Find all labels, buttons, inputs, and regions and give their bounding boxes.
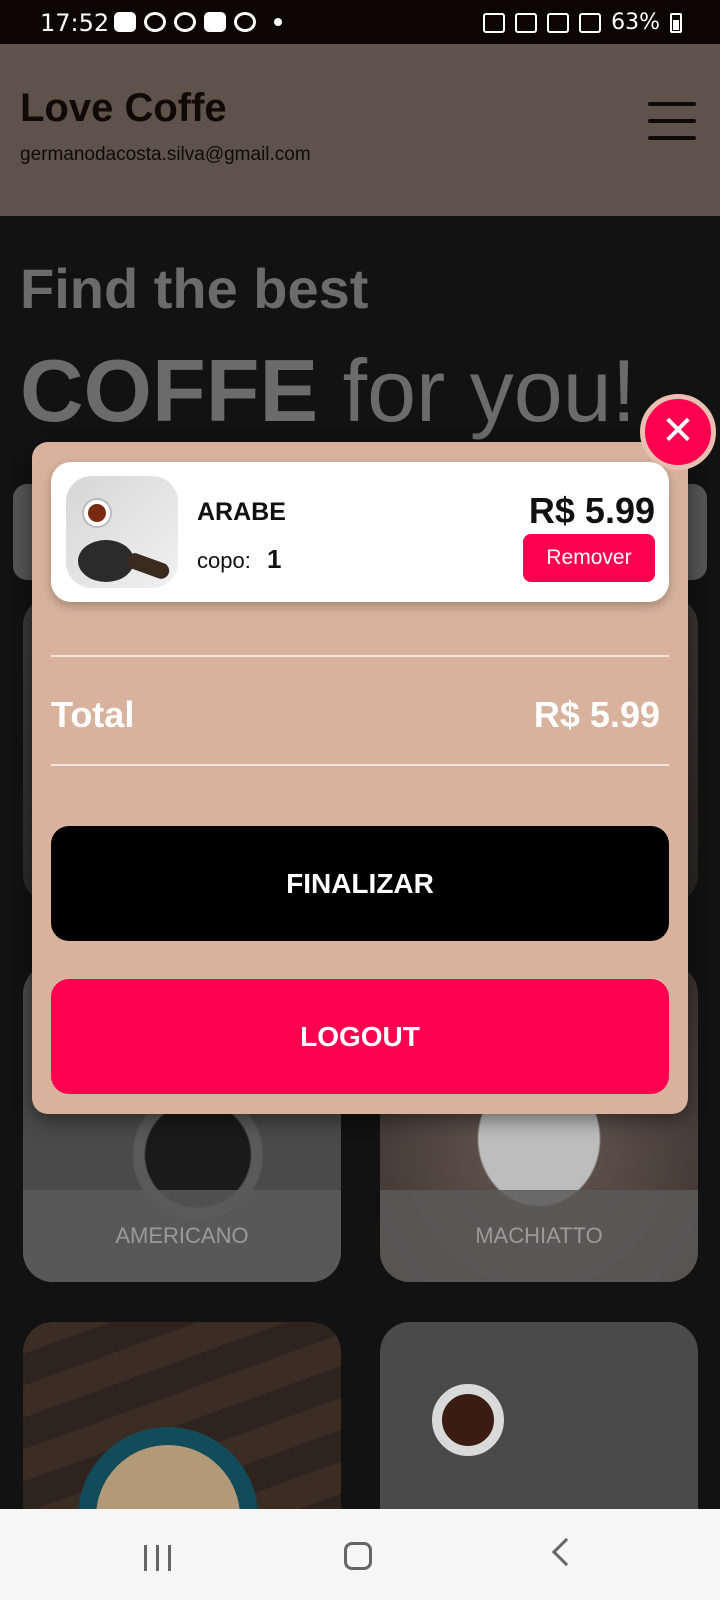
item-price: R$ 5.99 xyxy=(528,490,655,531)
app-title: Love Coffe xyxy=(20,86,227,130)
signal-icon xyxy=(579,12,602,33)
back-icon[interactable] xyxy=(551,1537,581,1567)
user-email: germanodacosta.silva@gmail.com xyxy=(20,144,311,165)
divider xyxy=(51,764,669,766)
divider xyxy=(51,655,669,657)
menu-icon[interactable] xyxy=(648,102,696,140)
sync-icon xyxy=(234,12,256,32)
logout-button[interactable]: LOGOUT xyxy=(51,979,669,1094)
status-bar: 17:52 63% xyxy=(0,0,720,44)
battery-percent: 63% xyxy=(611,10,660,35)
cloud-icon xyxy=(204,12,226,32)
notification-icons xyxy=(114,12,282,32)
hero-rest: for you! xyxy=(318,341,637,440)
item-name: ARABE xyxy=(197,498,286,526)
instagram-icon xyxy=(144,12,166,32)
home-icon[interactable] xyxy=(344,1542,372,1570)
app-header: Love Coffe germanodacosta.silva@gmail.co… xyxy=(0,44,720,216)
quantity-label: copo: xyxy=(197,548,251,573)
finalize-button[interactable]: FINALIZAR xyxy=(51,826,669,941)
youtube-icon xyxy=(114,12,136,32)
mute-icon xyxy=(483,12,506,33)
instagram-icon xyxy=(174,12,196,32)
product-thumbnail xyxy=(66,476,178,588)
recent-apps-icon[interactable] xyxy=(144,1545,172,1571)
wifi-icon xyxy=(515,12,538,33)
more-notifications-dot-icon xyxy=(274,18,282,26)
quantity-value: 1 xyxy=(267,544,282,574)
tea-cup xyxy=(432,1384,504,1456)
hero-heading: Find the best xyxy=(20,257,369,320)
product-name: AMERICANO xyxy=(23,1190,341,1282)
product-name: MACHIATTO xyxy=(380,1190,698,1282)
close-icon: ✕ xyxy=(661,408,695,454)
remove-button[interactable]: Remover xyxy=(523,534,655,582)
system-nav-bar xyxy=(0,1509,720,1600)
total-value: R$ 5.99 xyxy=(533,694,660,735)
system-indicators: 63% xyxy=(483,10,682,35)
hero-bold-word: COFFE xyxy=(20,341,319,440)
signal-icon xyxy=(547,12,570,33)
cart-item: ARABE copo: 1 R$ 5.99 Remover xyxy=(51,462,669,602)
hero-subheading: COFFE for you! xyxy=(20,340,636,442)
close-button[interactable]: ✕ xyxy=(640,394,716,470)
total-label: Total xyxy=(51,694,135,735)
status-time: 17:52 xyxy=(40,9,110,37)
battery-icon xyxy=(670,12,682,33)
